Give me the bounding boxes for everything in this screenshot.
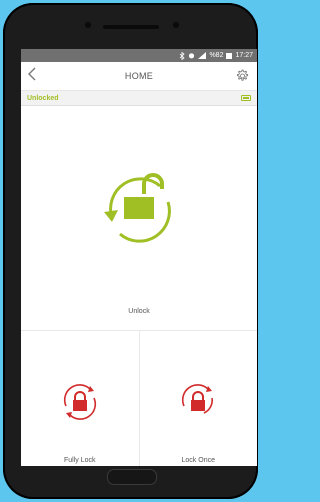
phone-frame: %82 17:27 HOME Unlocked Unlock Fully Loc…	[3, 3, 258, 499]
app-screen: %82 17:27 HOME Unlocked Unlock Fully Loc…	[21, 49, 257, 466]
page-title: HOME	[124, 71, 154, 81]
gear-icon[interactable]	[233, 67, 251, 85]
main-action-area: Unlock	[21, 106, 257, 331]
earpiece-speaker	[103, 25, 159, 29]
signal-icon	[198, 52, 207, 59]
clock: 17:27	[235, 52, 253, 59]
status-bar: %82 17:27	[21, 49, 257, 62]
fully-lock-button[interactable]: Fully Lock	[21, 331, 139, 466]
secondary-actions: Fully Lock Lock Once	[21, 331, 257, 466]
lock-cycle-icon	[182, 384, 214, 414]
lock-status-bar: Unlocked	[21, 91, 257, 106]
lock-cycle-icon	[63, 384, 96, 420]
home-button[interactable]	[107, 469, 157, 485]
fully-lock-label: Fully Lock	[63, 457, 96, 464]
bluetooth-icon	[179, 51, 186, 60]
front-camera	[173, 22, 179, 28]
unlock-button[interactable]	[90, 162, 186, 258]
proximity-sensor	[85, 22, 91, 28]
battery-full-icon	[241, 95, 251, 101]
battery-icon	[226, 52, 233, 59]
lock-once-button[interactable]: Lock Once	[138, 331, 258, 466]
unlock-label: Unlock	[128, 308, 150, 315]
unlock-cycle-icon	[104, 173, 171, 243]
app-header: HOME	[21, 62, 257, 91]
lock-once-label: Lock Once	[181, 457, 215, 464]
battery-percent: %82	[209, 52, 224, 59]
alarm-icon	[188, 52, 195, 59]
lock-status-text: Unlocked	[27, 94, 59, 102]
chevron-left-icon[interactable]	[27, 67, 45, 85]
